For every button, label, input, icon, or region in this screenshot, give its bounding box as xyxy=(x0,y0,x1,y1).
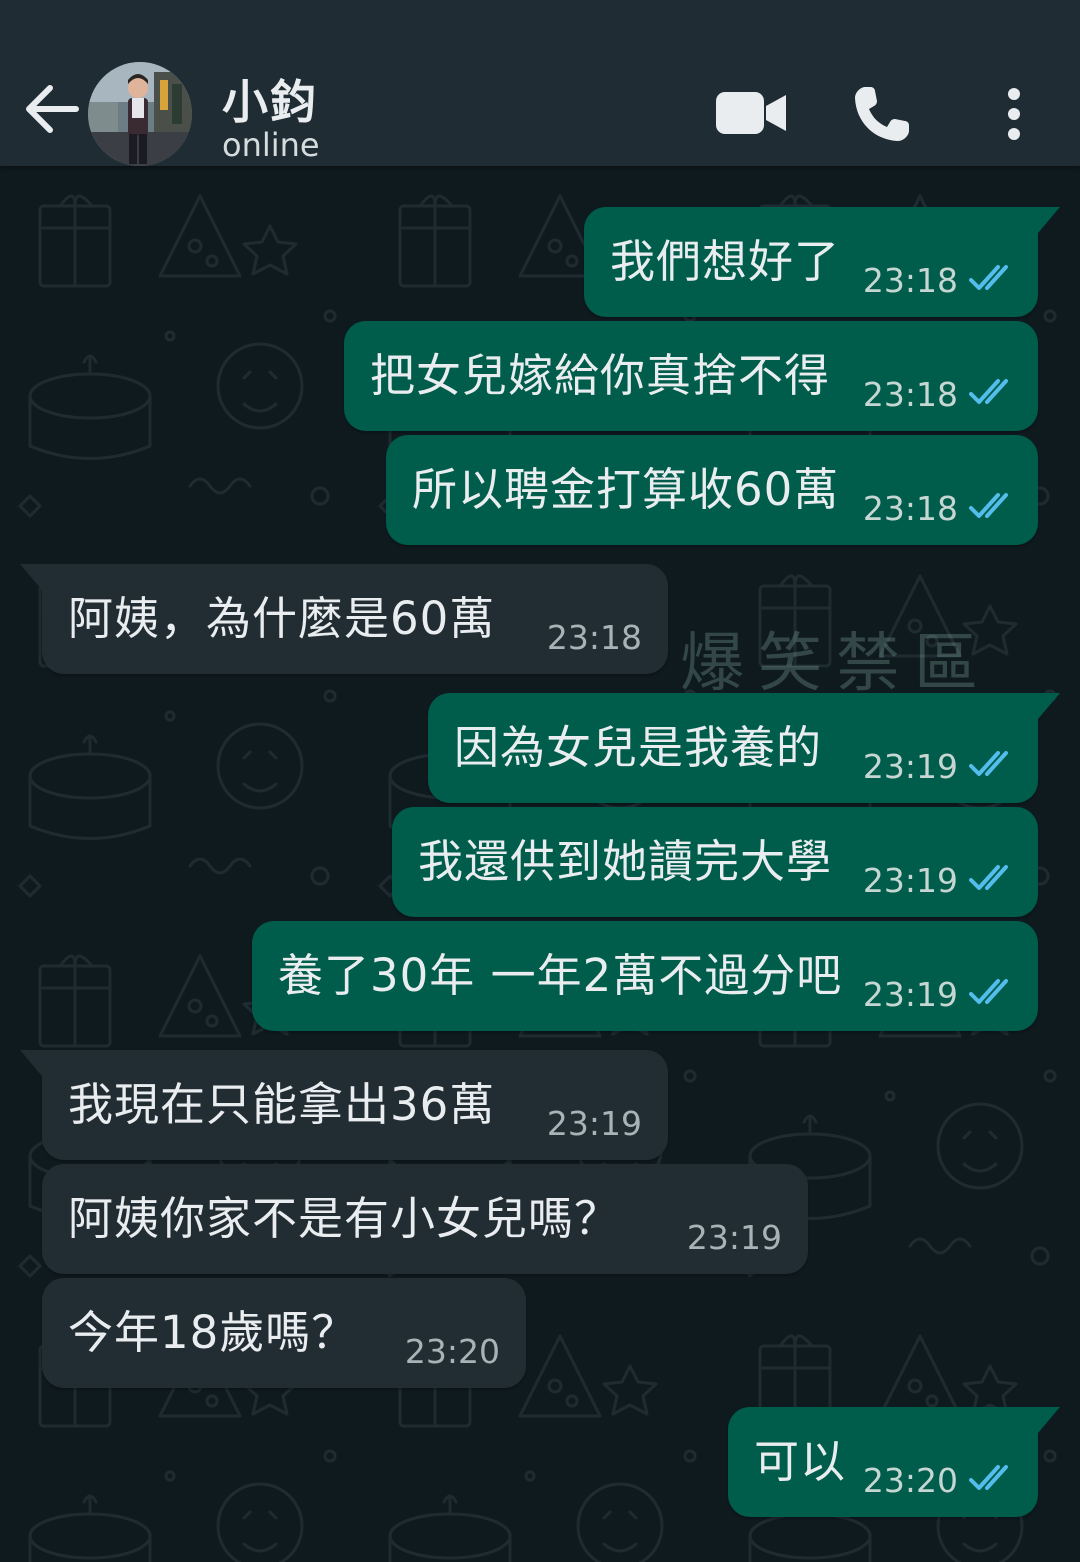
contact-status: online xyxy=(222,126,320,164)
message-time: 23:18 xyxy=(862,489,958,528)
arrow-left-icon xyxy=(26,85,79,133)
incoming-message[interactable]: 我現在只能拿出36萬 23:19 xyxy=(20,1050,668,1160)
message-time: 23:19 xyxy=(862,861,958,900)
message-text: 我們想好了 xyxy=(610,235,841,288)
message-time: 23:20 xyxy=(862,1461,958,1500)
message-time: 23:19 xyxy=(862,747,958,786)
outgoing-message[interactable]: 可以 23:20 xyxy=(728,1407,1060,1517)
outgoing-message[interactable]: 把女兒嫁給你真捨不得 23:18 xyxy=(344,321,1038,431)
double-check-icon xyxy=(969,979,1008,1004)
message-text: 因為女兒是我養的 xyxy=(454,721,823,774)
outgoing-message[interactable]: 養了30年 一年2萬不過分吧 23:19 xyxy=(252,921,1038,1031)
bubble-tail xyxy=(20,564,42,590)
back-button[interactable] xyxy=(22,78,80,140)
bubble-tail xyxy=(1038,693,1060,719)
outgoing-message[interactable]: 因為女兒是我養的 23:19 xyxy=(428,693,1060,803)
message-text: 今年18歲嗎？ xyxy=(68,1306,358,1359)
outgoing-message[interactable]: 我們想好了 23:18 xyxy=(584,207,1060,317)
message-time: 23:18 xyxy=(862,375,958,414)
more-options-button[interactable] xyxy=(1002,88,1026,140)
double-check-icon xyxy=(969,265,1008,290)
phone-icon xyxy=(855,87,909,141)
double-check-icon xyxy=(969,379,1008,404)
message-text: 養了30年 一年2萬不過分吧 xyxy=(278,949,843,1002)
message-text: 阿姨你家不是有小女兒嗎？ xyxy=(68,1192,621,1245)
bubble-tail xyxy=(20,1050,42,1076)
message-text: 我現在只能拿出36萬 xyxy=(68,1078,496,1131)
message-text: 我還供到她讀完大學 xyxy=(418,835,833,888)
message-time: 23:19 xyxy=(546,1104,642,1143)
message-text: 所以聘金打算收60萬 xyxy=(412,463,840,516)
double-check-icon xyxy=(969,865,1008,890)
more-vertical-icon xyxy=(1008,88,1020,140)
chat-header: 小鈞 online xyxy=(0,0,1080,166)
message-time: 23:18 xyxy=(546,618,642,657)
incoming-message[interactable]: 阿姨你家不是有小女兒嗎？ 23:19 xyxy=(42,1164,808,1274)
chat-screen: 小鈞 online 我們想好了 23:18 把女兒嫁給你真捨不得 23:18 所… xyxy=(0,0,1080,1562)
contact-avatar[interactable] xyxy=(88,62,192,166)
contact-name[interactable]: 小鈞 xyxy=(222,66,318,132)
message-time: 23:19 xyxy=(862,975,958,1014)
message-text: 阿姨，為什麼是60萬 xyxy=(68,592,496,645)
double-check-icon xyxy=(969,751,1008,776)
voice-call-button[interactable] xyxy=(852,84,912,144)
incoming-message[interactable]: 今年18歲嗎？ 23:20 xyxy=(42,1278,526,1388)
outgoing-message[interactable]: 我還供到她讀完大學 23:19 xyxy=(392,807,1038,917)
video-camera-icon xyxy=(716,92,786,134)
outgoing-message[interactable]: 所以聘金打算收60萬 23:18 xyxy=(386,435,1038,545)
double-check-icon xyxy=(969,493,1008,518)
message-time: 23:19 xyxy=(686,1218,782,1257)
message-time: 23:18 xyxy=(862,261,958,300)
video-call-button[interactable] xyxy=(714,90,788,136)
message-text: 把女兒嫁給你真捨不得 xyxy=(370,349,831,402)
double-check-icon xyxy=(969,1465,1008,1490)
bubble-tail xyxy=(1038,1407,1060,1433)
avatar-photo xyxy=(88,62,192,166)
bubble-tail xyxy=(1038,207,1060,233)
incoming-message[interactable]: 阿姨，為什麼是60萬 23:18 xyxy=(20,564,668,674)
message-time: 23:20 xyxy=(404,1332,500,1371)
message-text: 可以 xyxy=(754,1435,847,1488)
